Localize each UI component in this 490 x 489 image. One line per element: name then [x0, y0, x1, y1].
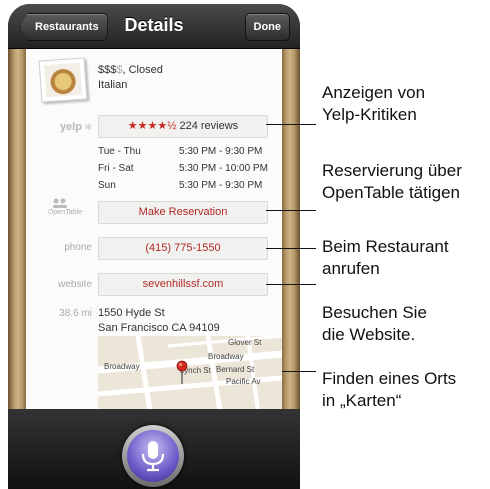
food-photo: [43, 62, 83, 98]
phone-label: phone: [64, 242, 92, 253]
callout-line: Finden eines Orts: [322, 369, 457, 388]
callout-line: OpenTable tätigen: [322, 183, 460, 202]
opentable-label: OpenTable: [48, 209, 82, 216]
callout-opentable: Reservierung über OpenTable tätigen: [322, 160, 462, 204]
callout-phone: Beim Restaurant anrufen: [322, 236, 449, 280]
callout-leader: [282, 371, 316, 372]
callout-line: anrufen: [322, 259, 380, 278]
microphone-icon: [141, 441, 165, 472]
address-line1: 1550 Hyde St: [98, 307, 165, 319]
address-line2: San Francisco CA 94109: [98, 322, 220, 334]
distance-label: 38.6 mi: [59, 308, 92, 319]
callout-website: Besuchen Sie die Website.: [322, 302, 427, 346]
review-count: 224 reviews: [179, 120, 239, 132]
callout-line: Yelp-Kritiken: [322, 105, 417, 124]
siri-bar: [8, 409, 300, 489]
map-thumbnail[interactable]: Glover St Broadway Broadway Bernard St L…: [98, 336, 282, 411]
hours-time: 5:30 PM - 10:00 PM: [179, 163, 268, 174]
callout-line: Besuchen Sie: [322, 303, 427, 322]
callout-line: Beim Restaurant: [322, 237, 449, 256]
yelp-logo: yelp ✻: [59, 121, 92, 133]
price-active: $$$: [98, 64, 117, 76]
hours-day: Sun: [98, 180, 116, 191]
hours-time: 5:30 PM - 9:30 PM: [179, 180, 263, 191]
price-status: $$$$, Closed: [98, 64, 163, 76]
hours-day: Tue - Thu: [98, 146, 141, 157]
callout-line: Anzeigen von: [322, 83, 426, 102]
callout-leader: [266, 284, 316, 285]
callout-maps: Finden eines Orts in „Karten“: [322, 368, 456, 412]
hours-time: 5:30 PM - 9:30 PM: [179, 146, 263, 157]
opentable-logo: OpenTable: [48, 196, 88, 218]
map-street-label: Broadway: [208, 352, 244, 361]
website-label: website: [58, 279, 92, 290]
hours-day: Fri - Sat: [98, 163, 134, 174]
callout-yelp: Anzeigen von Yelp-Kritiken: [322, 82, 425, 126]
details-card: $$$$, Closed Italian yelp ✻ ★★★★½ 224 re…: [26, 49, 282, 411]
done-button[interactable]: Done: [244, 13, 290, 41]
callout-line: Reservierung über: [322, 161, 462, 180]
siri-mic-button[interactable]: [122, 425, 184, 487]
callout-line: die Website.: [322, 325, 416, 344]
restaurant-photo[interactable]: [38, 57, 88, 103]
callout-leader: [266, 210, 316, 211]
open-status: , Closed: [122, 64, 163, 76]
callout-line: in „Karten“: [322, 391, 402, 410]
map-street-label: Broadway: [104, 362, 140, 371]
mic-button-face: [127, 430, 179, 482]
phone-button[interactable]: (415) 775-1550: [98, 237, 268, 260]
map-street-label: Glover St: [228, 338, 262, 347]
map-pin-icon: [176, 360, 188, 384]
rating-stars: ★★★★½: [127, 120, 177, 132]
callout-leader: [266, 124, 316, 125]
callout-leader: [266, 248, 316, 249]
navigation-bar: Restaurants Details Done: [8, 4, 300, 49]
map-street-label: Bernard St: [216, 365, 255, 374]
yelp-reviews-button[interactable]: ★★★★½ 224 reviews: [98, 115, 268, 138]
phone-screen: Restaurants Details Done $$$$, Closed It…: [8, 4, 300, 489]
website-button[interactable]: sevenhillssf.com: [98, 273, 268, 296]
make-reservation-button[interactable]: Make Reservation: [98, 201, 268, 224]
map-street-label: Pacific Av: [226, 377, 261, 386]
cuisine-label: Italian: [98, 79, 128, 91]
